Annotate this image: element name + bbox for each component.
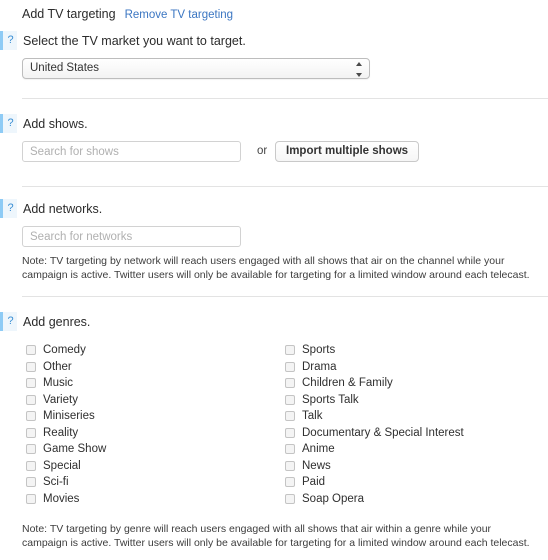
genre-label: Variety <box>43 393 78 406</box>
checkbox-icon[interactable] <box>26 394 36 405</box>
page-title: Add TV targeting <box>22 7 116 21</box>
genre-checkbox-item[interactable]: Anime <box>281 441 540 458</box>
genre-checkbox-item[interactable]: News <box>281 458 540 475</box>
chevron-updown-icon <box>355 62 362 77</box>
genre-label: Documentary & Special Interest <box>302 426 464 439</box>
help-icon-shows[interactable]: ? <box>0 114 17 133</box>
genre-label: Music <box>43 377 74 390</box>
genre-label: Talk <box>302 410 323 423</box>
section-label-shows: Add shows. <box>23 116 88 131</box>
genre-checkbox-item[interactable]: Comedy <box>22 342 281 359</box>
genre-checkbox-item[interactable]: Soap Opera <box>281 491 540 508</box>
genre-label: Comedy <box>43 344 86 357</box>
genre-checkbox-item[interactable]: Sports Talk <box>281 392 540 409</box>
genre-label: Special <box>43 459 81 472</box>
genre-checkbox-item[interactable]: Miniseries <box>22 408 281 425</box>
remove-tv-targeting-link[interactable]: Remove TV targeting <box>125 9 233 21</box>
genre-checkbox-item[interactable]: Paid <box>281 474 540 491</box>
tv-targeting-panel: Add TV targeting Remove TV targeting ? S… <box>0 0 548 560</box>
section-genres: ? Add genres. <box>0 312 548 331</box>
panel-header: Add TV targeting Remove TV targeting <box>22 7 233 21</box>
help-icon-market[interactable]: ? <box>0 31 17 50</box>
checkbox-icon[interactable] <box>285 361 295 372</box>
genre-checkbox-item[interactable]: Sci-fi <box>22 474 281 491</box>
checkbox-icon[interactable] <box>26 444 36 455</box>
checkbox-icon[interactable] <box>26 460 36 471</box>
genre-label: Paid <box>302 476 326 489</box>
checkbox-icon[interactable] <box>285 427 295 438</box>
section-label-market: Select the TV market you want to target. <box>23 33 246 48</box>
genre-label: Sci-fi <box>43 476 69 489</box>
checkbox-icon[interactable] <box>26 477 36 488</box>
checkbox-icon[interactable] <box>285 345 295 356</box>
genre-checkbox-grid: Comedy Sports Other Drama Music Children & Fa… <box>22 342 542 507</box>
genre-checkbox-item[interactable]: Music <box>22 375 281 392</box>
section-label-networks: Add networks. <box>23 201 103 216</box>
genre-checkbox-item[interactable]: Other <box>22 359 281 376</box>
genre-checkbox-item[interactable]: Special <box>22 458 281 475</box>
section-divider-1 <box>22 98 548 99</box>
checkbox-icon[interactable] <box>26 345 36 356</box>
genre-label: Drama <box>302 360 337 373</box>
checkbox-icon[interactable] <box>285 493 295 504</box>
help-icon-genres[interactable]: ? <box>0 312 17 331</box>
checkbox-icon[interactable] <box>26 411 36 422</box>
genre-label: Sports <box>302 344 336 357</box>
genre-label: Game Show <box>43 443 107 456</box>
genres-note: Note: TV targeting by genre will reach u… <box>22 523 530 549</box>
tv-market-select-value: United States <box>30 62 100 74</box>
genre-checkbox-item[interactable]: Game Show <box>22 441 281 458</box>
checkbox-icon[interactable] <box>285 394 295 405</box>
checkbox-icon[interactable] <box>26 378 36 389</box>
genre-checkbox-item[interactable]: Reality <box>22 425 281 442</box>
search-shows-input[interactable] <box>22 141 241 162</box>
genre-checkbox-item[interactable]: Sports <box>281 342 540 359</box>
genre-label: Sports Talk <box>302 393 359 406</box>
section-shows: ? Add shows. <box>0 114 548 133</box>
import-multiple-shows-button[interactable]: Import multiple shows <box>275 141 420 162</box>
genre-checkbox-item[interactable]: Movies <box>22 491 281 508</box>
genre-label: Children & Family <box>302 377 393 390</box>
genre-label: Movies <box>43 492 80 505</box>
section-networks: ? Add networks. <box>0 199 548 218</box>
checkbox-icon[interactable] <box>285 460 295 471</box>
genre-label: Reality <box>43 426 79 439</box>
section-market: ? Select the TV market you want to targe… <box>0 31 548 50</box>
checkbox-icon[interactable] <box>285 477 295 488</box>
search-networks-input[interactable] <box>22 226 241 247</box>
section-label-genres: Add genres. <box>23 314 91 329</box>
genre-label: Miniseries <box>43 410 95 423</box>
tv-market-select[interactable]: United States <box>22 58 370 79</box>
networks-note: Note: TV targeting by network will reach… <box>22 255 530 281</box>
genre-label: News <box>302 459 331 472</box>
checkbox-icon[interactable] <box>285 444 295 455</box>
genre-checkbox-item[interactable]: Variety <box>22 392 281 409</box>
checkbox-icon[interactable] <box>285 378 295 389</box>
checkbox-icon[interactable] <box>26 361 36 372</box>
checkbox-icon[interactable] <box>26 493 36 504</box>
or-label: or <box>257 145 268 157</box>
genre-checkbox-item[interactable]: Children & Family <box>281 375 540 392</box>
genre-label: Anime <box>302 443 335 456</box>
genre-label: Soap Opera <box>302 492 365 505</box>
checkbox-icon[interactable] <box>285 411 295 422</box>
checkbox-icon[interactable] <box>26 427 36 438</box>
genre-checkbox-item[interactable]: Documentary & Special Interest <box>281 425 540 442</box>
genre-label: Other <box>43 360 72 373</box>
section-divider-2 <box>22 186 548 187</box>
section-divider-3 <box>22 296 548 297</box>
genre-checkbox-item[interactable]: Talk <box>281 408 540 425</box>
genre-checkbox-item[interactable]: Drama <box>281 359 540 376</box>
help-icon-networks[interactable]: ? <box>0 199 17 218</box>
